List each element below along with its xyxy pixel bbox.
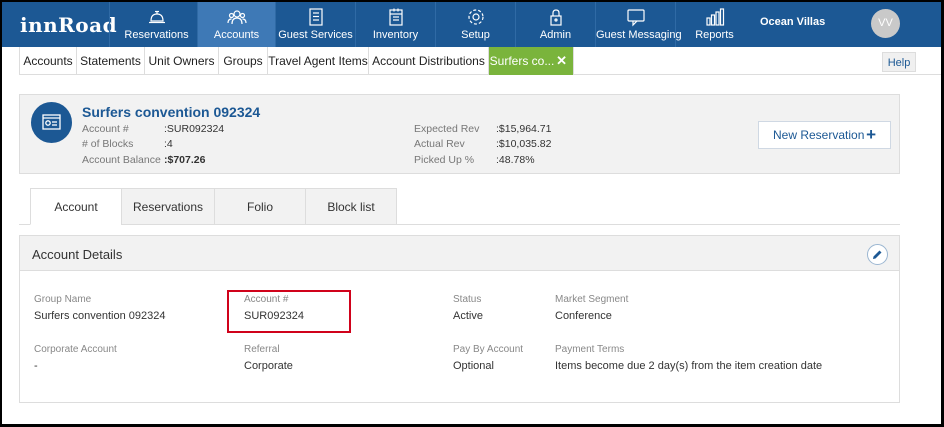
nav-admin[interactable]: Admin xyxy=(515,2,595,47)
field-label: Group Name xyxy=(34,294,92,305)
field-value: Optional xyxy=(453,360,494,372)
group-icon xyxy=(226,10,247,25)
field-referral: Referral Corporate xyxy=(244,344,293,372)
field-group-name: Group Name Surfers convention 092324 xyxy=(34,294,165,322)
plus-icon: + xyxy=(866,125,876,144)
subtab-label: Surfers co... xyxy=(489,54,555,68)
field-label: Pay By Account xyxy=(453,344,524,355)
tab-reservations[interactable]: Reservations xyxy=(121,188,215,225)
account-title[interactable]: Surfers convention 092324 xyxy=(82,104,260,120)
account-summary-card: Surfers convention 092324 Account # :SUR… xyxy=(19,94,900,174)
nav-label: Setup xyxy=(461,29,490,41)
nav-label: Reports xyxy=(695,29,734,41)
nav-label: Accounts xyxy=(213,29,260,41)
field-status: Status Active xyxy=(453,294,483,322)
nav-reservations[interactable]: Reservations xyxy=(109,2,203,47)
app-window: innRoad Reservations Accounts Guest Serv… xyxy=(2,2,941,424)
nav-accounts[interactable]: Accounts xyxy=(197,2,275,47)
subtab-travel-agent-items[interactable]: Travel Agent Items xyxy=(268,47,369,75)
property-name[interactable]: Ocean Villas xyxy=(760,16,825,28)
help-button[interactable]: Help xyxy=(882,52,916,72)
nav-setup[interactable]: Setup xyxy=(435,2,515,47)
top-nav: innRoad Reservations Accounts Guest Serv… xyxy=(2,2,941,47)
user-avatar[interactable]: VV xyxy=(871,9,900,38)
field-market-segment: Market Segment Conference xyxy=(555,294,628,322)
field-corporate-account: Corporate Account - xyxy=(34,344,117,372)
field-pay-by-account: Pay By Account Optional xyxy=(453,344,523,372)
summary-value: :48.78% xyxy=(496,154,535,166)
field-value: Active xyxy=(453,310,483,322)
checklist-icon xyxy=(308,8,323,26)
sub-nav: Accounts Statements Unit Owners Groups T… xyxy=(19,47,941,75)
summary-value: :$10,035.82 xyxy=(496,138,552,150)
nav-guest-messaging[interactable]: Guest Messaging xyxy=(595,2,682,47)
field-label: Status xyxy=(453,294,482,305)
tab-block-list[interactable]: Block list xyxy=(305,188,397,225)
pencil-icon xyxy=(873,250,882,259)
nav-label: Inventory xyxy=(372,29,419,41)
field-label: Referral xyxy=(244,344,280,355)
account-icon xyxy=(31,102,72,143)
summary-value: :$707.26 xyxy=(164,154,206,166)
nav-guest-services[interactable]: Guest Services xyxy=(275,2,355,47)
summary-label: # of Blocks xyxy=(82,138,134,150)
subtab-surfers-convention[interactable]: Surfers co... ✕ xyxy=(489,47,574,75)
field-label: Payment Terms xyxy=(555,344,625,355)
tab-account[interactable]: Account xyxy=(30,188,122,225)
nav-label: Admin xyxy=(539,29,572,41)
summary-label: Account # xyxy=(82,123,129,135)
summary-label: Expected Rev xyxy=(414,123,480,135)
summary-label: Account Balance xyxy=(82,154,161,166)
nav-label: Guest Messaging xyxy=(596,29,682,41)
summary-value: :$15,964.71 xyxy=(496,123,552,135)
summary-label: Actual Rev xyxy=(414,138,465,150)
summary-value: :4 xyxy=(164,138,173,150)
field-value: Items become due 2 day(s) from the item … xyxy=(555,360,823,372)
lock-icon xyxy=(549,9,562,26)
ledger-icon xyxy=(388,8,403,26)
summary-label: Picked Up % xyxy=(414,154,475,166)
edit-button[interactable] xyxy=(867,244,888,265)
bar-chart-icon xyxy=(705,8,724,26)
field-value: Corporate xyxy=(244,360,293,372)
field-value: Surfers convention 092324 xyxy=(34,310,166,322)
field-label: Market Segment xyxy=(555,294,629,305)
panel-header: Account Details xyxy=(20,236,899,271)
highlight-box xyxy=(227,290,351,333)
new-reservation-label: New Reservation xyxy=(773,128,865,142)
close-icon[interactable]: ✕ xyxy=(556,47,567,75)
subtab-groups[interactable]: Groups xyxy=(219,47,268,75)
subtab-accounts[interactable]: Accounts xyxy=(19,47,77,75)
nav-label: Guest Services xyxy=(278,29,353,41)
field-payment-terms: Payment Terms Items become due 2 day(s) … xyxy=(555,344,822,372)
new-reservation-button[interactable]: New Reservation + xyxy=(758,121,891,149)
nav-inventory[interactable]: Inventory xyxy=(355,2,435,47)
field-value: Conference xyxy=(555,310,612,322)
subtab-statements[interactable]: Statements xyxy=(77,47,145,75)
field-label: Corporate Account xyxy=(34,344,117,355)
bell-icon xyxy=(148,10,165,24)
nav-label: Reservations xyxy=(124,29,189,41)
subtab-unit-owners[interactable]: Unit Owners xyxy=(145,47,219,75)
field-value: - xyxy=(34,360,38,372)
summary-value: :SUR092324 xyxy=(164,123,225,135)
panel-title: Account Details xyxy=(32,247,123,262)
tab-folio[interactable]: Folio xyxy=(214,188,306,225)
account-details-panel: Account Details Group Name Surfers conve… xyxy=(19,235,900,403)
nav-reports[interactable]: Reports xyxy=(675,2,753,47)
subtab-account-distributions[interactable]: Account Distributions xyxy=(369,47,489,75)
chat-icon xyxy=(626,9,645,27)
gear-icon xyxy=(467,9,484,25)
innroad-logo[interactable]: innRoad xyxy=(20,13,117,37)
